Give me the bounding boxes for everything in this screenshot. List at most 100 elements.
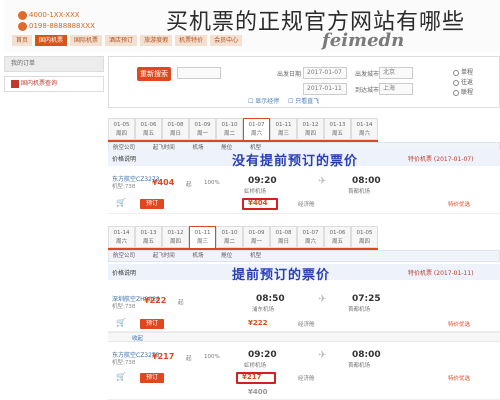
check-direct[interactable]: ☐ 只看直飞 (288, 96, 319, 108)
tab-dow: 周日 (277, 239, 289, 245)
date-tab[interactable]: 01-12周四¥222 (162, 226, 189, 255)
left-column: 我的订单 国内机票查询 (4, 56, 104, 92)
search-field[interactable] (177, 67, 221, 79)
nav-item-hotel[interactable]: 酒店预订 (105, 35, 138, 46)
date-tab[interactable]: 01-09 周一 (243, 226, 270, 248)
date-tab-active[interactable]: 01-11周三¥230 (189, 226, 216, 255)
date-tab[interactable]: 01-11 周三 (270, 118, 297, 140)
tab-date: 01-05 (113, 122, 130, 128)
tab-date: 01-07 (248, 122, 265, 128)
check-direct-label: 只看直飞 (295, 98, 320, 105)
tab-date: 01-11 (194, 230, 211, 236)
row-price: ¥222 (248, 319, 268, 327)
research-button[interactable]: 重新搜索 (137, 67, 171, 81)
departure-airport: 首都机场 (348, 363, 371, 369)
flight-row: 深圳航空ZH9028 机型:738 ¥222 起 08:50 浦东机场 ✈ 07… (108, 284, 500, 332)
tab-dow: 周三 (196, 239, 208, 245)
tab-dow: 周四 (358, 239, 370, 245)
date-tab-active[interactable]: 01-07周六¥230 (243, 118, 270, 147)
date-field[interactable]: 2017-01-07 (303, 67, 347, 79)
aircraft-model: 机型:738 (112, 360, 136, 366)
from-field[interactable]: 北京 (379, 67, 413, 79)
banner-title: 提前预订的票价 (232, 268, 331, 283)
aircraft-model: 机型:738 (112, 304, 136, 310)
trip-type-multi[interactable]: 联程 (453, 87, 473, 96)
banner-advance: 价格说明 提前预订的票价 特价机票 (2017-01-11) (108, 264, 500, 283)
book-button[interactable]: 预订 (140, 373, 164, 383)
book-button[interactable]: 预订 (140, 199, 164, 209)
date-tab[interactable]: 01-10 周二 (216, 226, 243, 248)
book-button[interactable]: 预订 (140, 319, 164, 329)
arrival-time: 08:50 (256, 294, 285, 304)
aircraft-model: 机型:738 (112, 184, 136, 190)
date-tab[interactable]: 01-08 周日 (270, 226, 297, 248)
return-date-field[interactable]: 2017-01-11 (303, 83, 347, 95)
filter-cabin[interactable]: 舱位 (221, 253, 232, 259)
cart-icon[interactable]: 🛒 (116, 372, 126, 381)
tab-dow: 周二 (223, 239, 235, 245)
date-label: 出发日期 (277, 71, 302, 78)
tab-date: 01-10 (221, 230, 238, 236)
banner-note: 价格说明 (112, 156, 137, 163)
date-tab[interactable]: 01-10 周二 (216, 118, 243, 140)
tab-dow: 周六 (304, 239, 316, 245)
domestic-search-link[interactable]: 国内机票查询 (4, 76, 104, 92)
nav-item-member[interactable]: 会员中心 (210, 35, 243, 46)
nav-item-deals[interactable]: 机票特价 (175, 35, 208, 46)
to-field[interactable]: 上海 (379, 83, 413, 95)
cart-icon[interactable]: 🛒 (116, 318, 126, 327)
tab-date: 01-14 (356, 122, 373, 128)
nav-item-domestic[interactable]: 国内机票 (35, 35, 68, 46)
trip-type-label: 往返 (461, 79, 474, 86)
flight-row: 东方航空CZ3273 机型:738 ¥217 起 100% 09:20 虹桥机场… (108, 344, 500, 400)
date-tab[interactable]: 01-07 周六 (297, 226, 324, 248)
arrival-airport: 虹桥机场 (244, 189, 267, 195)
date-tab[interactable]: 01-13 周五 (324, 118, 351, 140)
banner-deal: 特价机票 (2017-01-07) (408, 156, 474, 163)
filter-airport[interactable]: 机场 (193, 253, 204, 259)
nav-item-home[interactable]: 首页 (12, 35, 33, 46)
date-tab[interactable]: 01-06 周五 (324, 226, 351, 248)
row-price: ¥400 (248, 388, 268, 396)
punctuality: 100% (204, 354, 220, 360)
trip-type-return[interactable]: 往返 (453, 77, 473, 86)
date-tab[interactable]: 01-08 周日 (162, 118, 189, 140)
trip-type-label: 单程 (461, 69, 474, 76)
cabin-class: 经济舱 (298, 376, 315, 382)
flag-icon (11, 79, 19, 88)
hotline-number-1: 4000-1XX-XXX (29, 11, 80, 19)
tab-date: 01-12 (167, 230, 184, 236)
filter-time[interactable]: 起飞时间 (153, 253, 175, 259)
tab-dow: 周五 (331, 239, 343, 245)
tab-date: 01-09 (248, 230, 265, 236)
date-tab[interactable]: 01-13周五¥222 (135, 226, 162, 255)
banner-no-advance: 价格说明 没有提前预订的票价 特价机票 (2017-01-07) (108, 150, 500, 169)
check-stops[interactable]: ☐ 显示经停 (248, 96, 279, 108)
date-tab[interactable]: 01-06 周五 (135, 118, 162, 140)
filter-airline[interactable]: 航空公司 (113, 253, 135, 259)
nav-item-international[interactable]: 国际机票 (70, 35, 103, 46)
phone-icon (18, 21, 27, 31)
date-tab[interactable]: 01-09 周一 (189, 118, 216, 140)
date-tab[interactable]: 01-05 周四 (351, 226, 378, 248)
tab-dow: 周日 (169, 131, 181, 137)
my-orders-link[interactable]: 我的订单 (4, 56, 104, 72)
tab-date: 01-14 (113, 230, 130, 236)
filter-model[interactable]: 机型 (250, 253, 261, 259)
overlay-title: 买机票的正规官方网站有哪些 (166, 10, 466, 35)
lowest-suffix: 起 (186, 356, 192, 362)
cart-icon[interactable]: 🛒 (116, 198, 126, 207)
trip-type-label: 联程 (461, 89, 474, 96)
tab-date: 01-12 (302, 122, 319, 128)
arrival-time: 09:20 (248, 350, 277, 360)
tab-dow: 周六 (358, 131, 370, 137)
banner-deal: 特价机票 (2017-01-11) (408, 270, 474, 277)
date-tab[interactable]: 01-12 周四 (297, 118, 324, 140)
date-tab[interactable]: 01-14周六¥222 (108, 226, 135, 255)
nav-item-travel[interactable]: 旅游度假 (140, 35, 173, 46)
collapse-link[interactable]: 收起 (132, 334, 143, 342)
date-tab[interactable]: 01-14周六¥400 (351, 118, 378, 147)
arrival-airport: 浦东机场 (252, 307, 275, 313)
trip-type-oneway[interactable]: 单程 (453, 67, 473, 76)
date-tab[interactable]: 01-05 周四 (108, 118, 135, 140)
